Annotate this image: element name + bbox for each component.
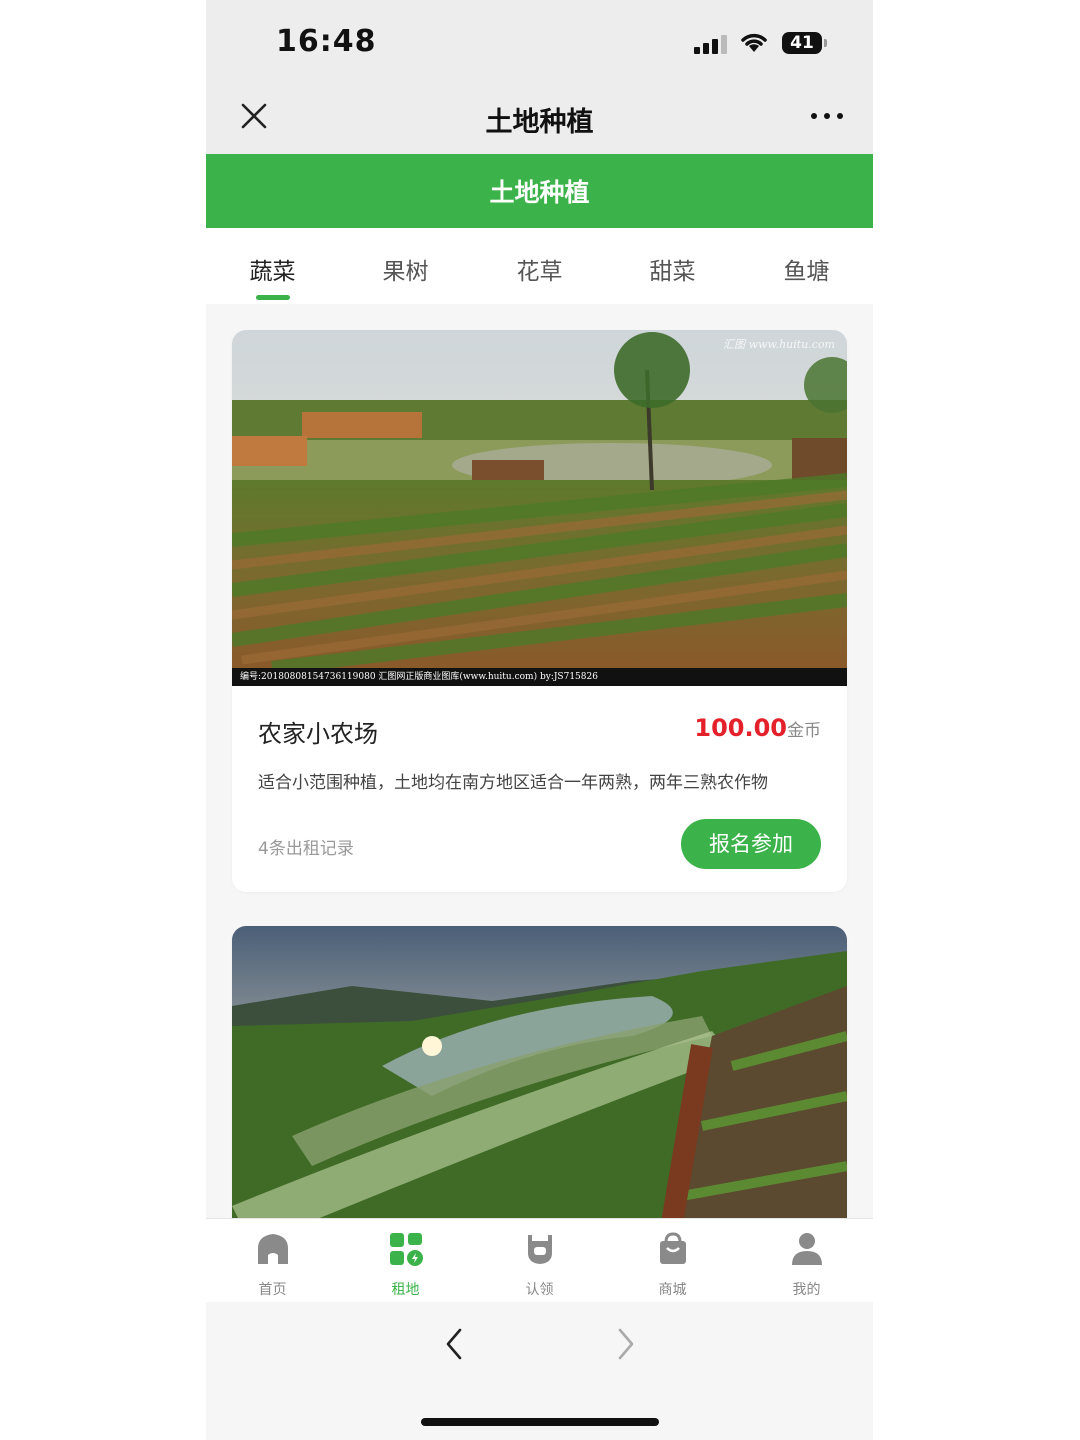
banner-title: 土地种植 [489, 178, 590, 207]
tabbar-label: 商城 [658, 1282, 687, 1298]
tab-fruit-trees[interactable]: 果树 [339, 252, 472, 286]
status-time: 16:48 [276, 24, 377, 59]
farm-photo [232, 330, 847, 686]
category-tabs: 蔬菜 果树 花草 甜菜 鱼塘 [206, 228, 873, 304]
back-icon[interactable] [444, 1328, 464, 1360]
price-value: 100.00 [694, 714, 787, 742]
wifi-icon [741, 33, 767, 52]
land-price: 100.00金币 [694, 714, 821, 742]
tabbar-label: 我的 [792, 1282, 821, 1298]
claim-icon [528, 1235, 552, 1264]
land-icon [390, 1233, 423, 1266]
battery-icon: 41 [782, 32, 827, 54]
home-icon [258, 1234, 288, 1264]
land-list: 汇图 www.huitu.com 编号:20180808154736119080… [206, 304, 873, 1218]
tab-beets[interactable]: 甜菜 [606, 252, 739, 286]
tab-flowers[interactable]: 花草 [473, 252, 606, 286]
active-tab-indicator [256, 295, 290, 300]
page-title: 土地种植 [485, 107, 594, 138]
price-unit: 金币 [787, 721, 821, 741]
tabbar-home[interactable]: 首页 [206, 1219, 339, 1303]
land-name: 农家小农场 [258, 720, 378, 748]
image-watermark: 汇图 www.huitu.com [723, 338, 835, 351]
tabbar-shop[interactable]: 商城 [606, 1219, 739, 1303]
home-indicator[interactable] [421, 1418, 659, 1426]
land-description: 适合小范围种植，土地均在南方地区适合一年两熟，两年三熟农作物 [258, 773, 768, 793]
rental-records[interactable]: 4条出租记录 [258, 834, 354, 859]
person-icon [792, 1233, 822, 1265]
bottom-tab-bar: 首页 租地 认领 商城 我的 [206, 1218, 873, 1303]
signal-icon [694, 34, 730, 54]
land-card[interactable] [232, 926, 847, 1218]
tab-vegetables[interactable]: 蔬菜 [206, 252, 339, 286]
tab-fish-pond[interactable]: 鱼塘 [740, 252, 873, 286]
header-banner: 土地种植 [206, 154, 873, 228]
join-button[interactable]: 报名参加 [681, 819, 821, 869]
tabbar-label: 首页 [258, 1282, 287, 1298]
tabbar-label: 认领 [525, 1282, 554, 1298]
tabbar-mine[interactable]: 我的 [740, 1219, 873, 1303]
terrace-photo [232, 926, 847, 1218]
forward-icon[interactable] [616, 1328, 636, 1360]
status-bar: 16:48 41 [206, 0, 873, 86]
image-caption: 编号:20180808154736119080 汇图网正版商业图库(www.hu… [232, 668, 847, 686]
nav-bar: 土地种植 [206, 86, 873, 154]
browser-toolbar [206, 1302, 873, 1440]
tabbar-claim[interactable]: 认领 [473, 1219, 606, 1303]
shop-bag-icon [660, 1232, 686, 1264]
phone-screen: 16:48 41 土地种植 土地种植 蔬菜 果树 花草 甜菜 鱼塘 汇图 www… [206, 0, 873, 1440]
tabbar-land[interactable]: 租地 [339, 1219, 472, 1303]
tabbar-label: 租地 [391, 1282, 420, 1298]
land-card[interactable]: 汇图 www.huitu.com 编号:20180808154736119080… [232, 330, 847, 892]
more-icon[interactable] [811, 113, 843, 121]
